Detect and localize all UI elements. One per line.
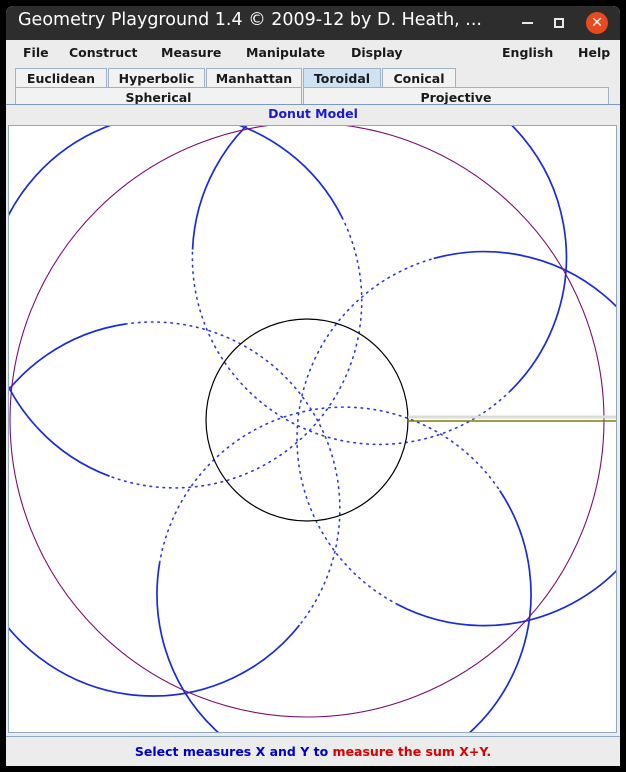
menu-bar: File Construct Measure Manipulate Displa… xyxy=(6,40,620,66)
petal-arc-dotted xyxy=(191,248,512,446)
menu-item-file[interactable]: File xyxy=(20,44,52,61)
menu-item-construct[interactable]: Construct xyxy=(66,44,141,61)
window-frame: Geometry Playground 1.4 © 2009-12 by D. … xyxy=(6,6,620,766)
application-window: Geometry Playground 1.4 © 2009-12 by D. … xyxy=(0,0,626,772)
menu-item-help[interactable]: Help xyxy=(575,44,613,61)
petal-solid-arcs xyxy=(9,126,616,732)
canvas-area: Donut Model xyxy=(6,104,620,736)
maximize-button[interactable] xyxy=(544,6,574,40)
minimize-button[interactable] xyxy=(512,6,542,40)
window-title: Geometry Playground 1.4 © 2009-12 by D. … xyxy=(18,10,482,30)
model-title: Donut Model xyxy=(268,106,358,121)
tab-euclidean[interactable]: Euclidean xyxy=(15,68,107,87)
petal-arc-solid xyxy=(396,250,616,627)
petal-arc-dotted xyxy=(296,257,435,606)
status-bar: Select measures X and Y to measure the s… xyxy=(6,736,620,765)
petal-arc-dotted xyxy=(108,216,363,489)
petal-arc-solid xyxy=(191,126,568,392)
close-icon: ✕ xyxy=(586,12,608,34)
menu-item-display[interactable]: Display xyxy=(348,44,406,61)
tab-conical[interactable]: Conical xyxy=(382,68,456,87)
geometry-drawing xyxy=(9,126,616,732)
maximize-icon xyxy=(554,18,564,28)
status-text-secondary: measure the sum X+Y. xyxy=(332,743,492,759)
title-bar: Geometry Playground 1.4 © 2009-12 by D. … xyxy=(6,6,620,40)
minimize-icon xyxy=(521,22,533,24)
menu-item-english[interactable]: English xyxy=(499,44,556,61)
geometry-canvas[interactable] xyxy=(8,125,617,733)
close-button[interactable]: ✕ xyxy=(582,6,612,40)
petal-arc-solid xyxy=(9,323,301,697)
petal-arc-solid xyxy=(156,490,532,732)
tab-hyperbolic[interactable]: Hyperbolic xyxy=(108,68,205,87)
status-text-primary: Select measures X and Y to xyxy=(134,743,333,759)
tab-toroidal[interactable]: Toroidal xyxy=(303,68,381,87)
menu-item-measure[interactable]: Measure xyxy=(158,44,224,61)
inner-hole-circle xyxy=(205,318,409,522)
petal-arc-dotted xyxy=(158,406,501,564)
tab-manhattan[interactable]: Manhattan xyxy=(206,68,302,87)
geometry-tab-strip: Euclidean Hyperbolic Manhattan Toroidal … xyxy=(6,66,620,106)
menu-item-manipulate[interactable]: Manipulate xyxy=(243,44,328,61)
